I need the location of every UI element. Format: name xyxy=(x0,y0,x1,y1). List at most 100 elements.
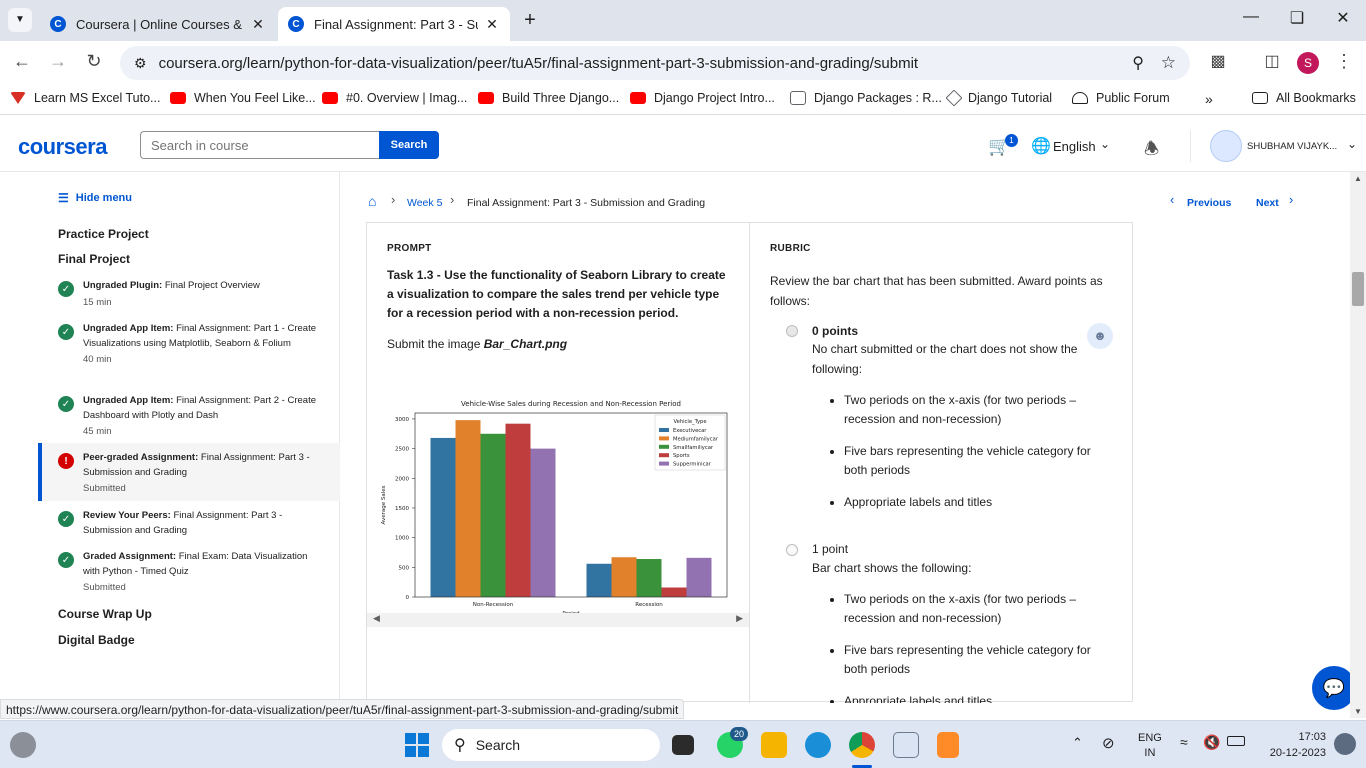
chevron-down-icon[interactable]: ⌄ xyxy=(1347,137,1357,151)
bell-icon[interactable]: 🕭 xyxy=(1144,136,1159,165)
site-info-icon[interactable]: ⚙ xyxy=(134,55,147,72)
tab-coursera[interactable]: C Coursera | Online Courses & Cr ✕ xyxy=(40,7,276,41)
tab-search-button[interactable]: ▼ xyxy=(8,8,32,32)
sidebar-item-part-1[interactable]: ✓ Ungraded App Item: Final Assignment: P… xyxy=(58,322,328,382)
search-button[interactable]: Search xyxy=(379,131,439,159)
breadcrumb-week[interactable]: Week 5 xyxy=(407,197,442,209)
language-selector[interactable]: English xyxy=(1053,139,1096,154)
youtube-icon xyxy=(322,92,338,104)
radio-0-points[interactable] xyxy=(786,325,798,337)
bookmark-item[interactable]: Learn MS Excel Tuto... xyxy=(10,91,160,105)
more-bookmarks-icon[interactable]: » xyxy=(1205,91,1213,107)
folder-icon xyxy=(1252,92,1268,104)
sidebar-item-part-2[interactable]: ✓ Ungraded App Item: Final Assignment: P… xyxy=(58,394,328,440)
radio-1-point[interactable] xyxy=(786,544,798,556)
page-scrollbar[interactable]: ▲ ▼ xyxy=(1350,172,1366,718)
network-off-icon[interactable]: ⊘ xyxy=(1102,734,1115,752)
search-input[interactable] xyxy=(140,131,380,159)
weather-icon[interactable] xyxy=(10,732,36,758)
bookmark-item[interactable]: Build Three Django... xyxy=(478,91,619,105)
side-panel-icon[interactable]: ◫ xyxy=(1260,51,1284,75)
chart-app-icon[interactable] xyxy=(893,732,919,758)
chevron-right-icon[interactable]: › xyxy=(1289,192,1293,207)
reload-icon[interactable]: ↻ xyxy=(82,51,106,75)
y-tick-label: 2000 xyxy=(395,476,409,482)
next-button[interactable]: Next xyxy=(1256,197,1279,209)
taskbar-search[interactable]: ⚲ Search xyxy=(442,729,660,761)
criteria-item: Appropriate labels and titles xyxy=(844,692,1109,703)
assignment-card: PROMPT Task 1.3 - Use the functionality … xyxy=(366,222,1133,703)
criteria-item: Five bars representing the vehicle categ… xyxy=(844,442,1109,480)
sidebar-item-final-exam[interactable]: ✓ Graded Assignment: Final Exam: Data Vi… xyxy=(58,550,328,596)
module-final-project[interactable]: Final Project xyxy=(58,252,130,266)
chrome-menu-icon[interactable]: ⋮ xyxy=(1332,51,1356,75)
scroll-down-icon[interactable]: ▼ xyxy=(1354,707,1362,716)
language-indicator[interactable]: ENG IN xyxy=(1138,731,1162,761)
avatar[interactable] xyxy=(1210,130,1242,162)
sidebar-item-final-project-overview[interactable]: ✓ Ungraded Plugin: Final Project Overvie… xyxy=(58,279,328,313)
profile-avatar[interactable]: S xyxy=(1297,52,1319,74)
bookmark-item[interactable]: Django Project Intro... xyxy=(630,91,775,105)
zoom-icon[interactable]: ⚲ xyxy=(1132,53,1144,73)
home-icon[interactable]: ⌂ xyxy=(368,193,376,209)
bookmark-item[interactable]: Django Tutorial xyxy=(945,89,1052,107)
sidebar-item-part-3[interactable]: ! Peer-graded Assignment: Final Assignme… xyxy=(58,451,328,497)
chevron-left-icon[interactable]: ‹ xyxy=(1170,192,1174,207)
minimize-icon[interactable]: — xyxy=(1236,8,1266,32)
show-hidden-icons[interactable]: ⌃ xyxy=(1072,735,1083,751)
coursera-header: coursera Search 🛒 1 🌐 English ⌄ 🕭 SHUBHA… xyxy=(0,122,1366,172)
notification-icon[interactable] xyxy=(1334,733,1356,755)
sublime-icon[interactable] xyxy=(937,732,959,758)
back-icon[interactable]: ← xyxy=(10,51,34,75)
module-practice-project[interactable]: Practice Project xyxy=(58,227,149,241)
file-explorer-icon[interactable] xyxy=(761,732,787,758)
start-icon[interactable] xyxy=(405,733,429,757)
bookmark-item[interactable]: #0. Overview | Imag... xyxy=(322,91,467,105)
chevron-down-icon[interactable]: ⌄ xyxy=(1100,137,1110,151)
tab-final-assignment[interactable]: C Final Assignment: Part 3 - Subm ✕ xyxy=(278,7,510,41)
scroll-left-icon[interactable]: ◀ xyxy=(373,613,380,624)
hide-menu-button[interactable]: ☰ Hide menu xyxy=(58,191,132,205)
battery-icon[interactable] xyxy=(1227,736,1245,746)
horizontal-scrollbar[interactable]: ◀ ▶ xyxy=(367,613,749,627)
bar xyxy=(430,437,456,597)
previous-button[interactable]: Previous xyxy=(1187,197,1231,209)
bookmark-item[interactable]: When You Feel Like... xyxy=(170,91,316,105)
scrollbar-thumb[interactable] xyxy=(1352,272,1364,306)
restore-icon[interactable]: ❏ xyxy=(1282,8,1312,32)
extensions-icon[interactable]: ▩ xyxy=(1206,51,1230,75)
scroll-up-icon[interactable]: ▲ xyxy=(1354,174,1362,183)
clock[interactable]: 17:03 20-12-2023 xyxy=(1258,729,1326,761)
legend-entry: Executivecar xyxy=(673,428,707,434)
legend-swatch xyxy=(659,453,669,458)
task-view-icon[interactable] xyxy=(672,735,694,755)
criteria-item: Five bars representing the vehicle categ… xyxy=(844,641,1109,679)
excel-favicon-icon xyxy=(10,92,26,104)
bookmark-star-icon[interactable]: ☆ xyxy=(1161,53,1176,73)
check-circle-icon: ✓ xyxy=(58,281,74,297)
volume-muted-icon[interactable]: 🔇 xyxy=(1203,734,1220,751)
module-course-wrap-up[interactable]: Course Wrap Up xyxy=(58,607,152,621)
wifi-icon[interactable]: ≈ xyxy=(1180,734,1188,750)
legend-entry: Supperminicar xyxy=(673,462,712,468)
criteria-list: Two periods on the x-axis (for two perio… xyxy=(844,391,1109,525)
address-bar[interactable]: ⚙ coursera.org/learn/python-for-data-vis… xyxy=(120,46,1190,80)
chrome-icon[interactable] xyxy=(849,732,875,758)
module-digital-badge[interactable]: Digital Badge xyxy=(58,633,135,647)
edge-icon[interactable] xyxy=(805,732,831,758)
bar xyxy=(611,557,637,597)
bookmark-item[interactable]: Public Forum xyxy=(1072,91,1170,105)
new-tab-button[interactable]: + xyxy=(518,9,542,33)
bookmark-item[interactable]: Django Packages : R... xyxy=(790,91,942,105)
sidebar-item-review-peers[interactable]: ✓ Review Your Peers: Final Assignment: P… xyxy=(58,509,328,541)
close-tab-icon[interactable]: ✕ xyxy=(484,16,500,33)
rubric-panel: RUBRIC Review the bar chart that has bee… xyxy=(751,223,1133,703)
globe-icon[interactable]: 🌐 xyxy=(1031,136,1051,156)
scroll-right-icon[interactable]: ▶ xyxy=(736,613,743,624)
forward-icon[interactable]: → xyxy=(46,51,70,75)
close-tab-icon[interactable]: ✕ xyxy=(250,16,266,33)
user-name[interactable]: SHUBHAM VIJAYK... xyxy=(1247,141,1337,152)
close-window-icon[interactable]: ✕ xyxy=(1328,8,1358,32)
all-bookmarks[interactable]: All Bookmarks xyxy=(1252,91,1356,105)
coursera-logo[interactable]: coursera xyxy=(18,134,107,160)
